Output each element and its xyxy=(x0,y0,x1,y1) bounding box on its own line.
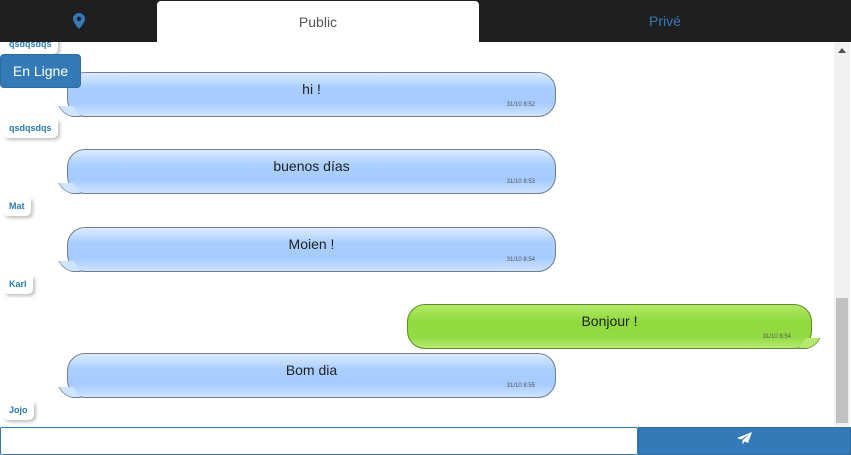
scrollbar-thumb[interactable] xyxy=(836,298,848,423)
tab-public-label: Public xyxy=(298,13,338,30)
chat-scrollbar[interactable] xyxy=(834,42,850,426)
message-time: 31/10 8:55 xyxy=(506,383,535,389)
message-text: hi ! xyxy=(302,81,321,97)
message-bubble: Bom dia 31/10 8:55 xyxy=(67,353,556,398)
message-time: 31/10 8:52 xyxy=(506,102,535,108)
tab-public[interactable]: Public xyxy=(157,1,479,42)
send-button[interactable] xyxy=(638,427,851,455)
tab-location[interactable] xyxy=(0,0,157,42)
message-sender: Karl xyxy=(3,276,33,294)
message-bubble: hi ! 31/10 8:52 xyxy=(67,72,556,117)
online-users-label: En Ligne xyxy=(12,63,69,79)
message-time: 31/10 8:54 xyxy=(762,334,791,340)
message-sender: Mat xyxy=(3,198,31,216)
message-bubble: buenos días 31/10 8:53 xyxy=(67,149,556,194)
message-text: Moien ! xyxy=(288,236,335,252)
map-marker-icon xyxy=(72,13,85,29)
chat-message-list: qsdqsdqs hi ! 31/10 8:52 qsdqsdqs buenos… xyxy=(0,42,834,426)
message-bubble: Moien ! 31/10 8:54 xyxy=(67,227,556,272)
tab-prive-label: Privé xyxy=(649,13,681,29)
tab-prive[interactable]: Privé xyxy=(479,0,851,42)
paper-plane-icon xyxy=(737,432,752,450)
message-input[interactable] xyxy=(0,427,638,455)
online-users-button[interactable]: En Ligne xyxy=(0,54,81,88)
message-time: 31/10 8:53 xyxy=(506,179,535,185)
scroll-up-arrow-icon[interactable] xyxy=(838,48,846,53)
message-text: Bonjour ! xyxy=(581,313,638,329)
message-time: 31/10 8:54 xyxy=(506,257,535,263)
message-bubble-own: Bonjour ! 31/10 8:54 xyxy=(407,304,812,349)
message-sender: Jojo xyxy=(3,402,34,420)
message-text: Bom dia xyxy=(285,362,338,378)
message-text: buenos días xyxy=(273,158,350,174)
message-sender: qsdqsdqs xyxy=(3,120,58,138)
top-tab-bar: Public Privé xyxy=(0,0,851,42)
message-sender: qsdqsdqs xyxy=(3,42,58,54)
